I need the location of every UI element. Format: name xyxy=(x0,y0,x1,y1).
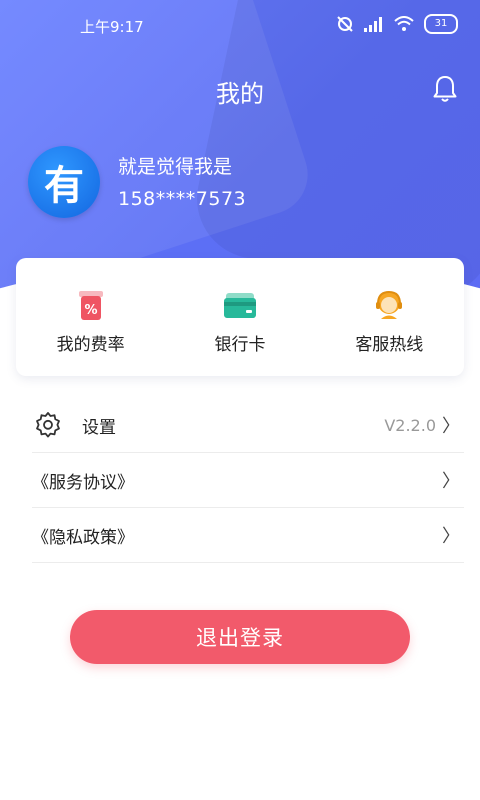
mute-alarm-icon xyxy=(337,16,353,32)
customer-service-icon xyxy=(376,290,403,319)
signal-icon xyxy=(364,17,382,32)
svg-text:%: % xyxy=(84,303,97,318)
rate-icon: % xyxy=(78,291,103,320)
settings-menu: 设置 V2.2.0 〉 《服务协议》 〉 《隐私政策》 〉 xyxy=(32,398,464,563)
my-rate-label: 我的费率 xyxy=(56,335,125,355)
bank-card-button[interactable]: 银行卡 xyxy=(165,258,314,376)
user-name: 就是觉得我是 xyxy=(118,156,233,178)
chevron-right-icon: 〉 xyxy=(442,471,460,492)
settings-label: 设置 xyxy=(82,417,116,438)
chevron-right-icon: 〉 xyxy=(442,416,460,437)
settings-row[interactable]: 设置 V2.2.0 〉 xyxy=(32,398,464,453)
privacy-policy-row[interactable]: 《隐私政策》 〉 xyxy=(32,508,464,563)
status-bar: 上午9:17 31 xyxy=(0,0,480,52)
page-title: 我的 xyxy=(216,80,264,108)
bank-card-icon xyxy=(223,293,256,318)
avatar[interactable]: 有 xyxy=(28,146,100,218)
customer-service-button[interactable]: 客服热线 xyxy=(315,258,464,376)
privacy-policy-label: 《隐私政策》 xyxy=(32,527,134,548)
service-agreement-row[interactable]: 《服务协议》 〉 xyxy=(32,453,464,508)
bell-icon[interactable] xyxy=(432,74,458,104)
version-text: V2.2.0 xyxy=(384,415,436,435)
battery-indicator: 31 xyxy=(424,14,458,34)
user-phone: 158****7573 xyxy=(118,188,247,210)
gear-icon xyxy=(36,412,60,438)
avatar-logo: 有 xyxy=(44,163,84,209)
customer-service-label: 客服热线 xyxy=(355,335,424,355)
status-time: 上午9:17 xyxy=(80,18,144,36)
bank-card-label: 银行卡 xyxy=(214,335,266,355)
service-agreement-label: 《服务协议》 xyxy=(32,472,134,493)
wifi-icon xyxy=(394,16,414,31)
logout-button[interactable]: 退出登录 xyxy=(70,610,410,664)
status-icons: 31 xyxy=(336,14,458,34)
my-rate-button[interactable]: % 我的费率 xyxy=(16,258,165,376)
chevron-right-icon: 〉 xyxy=(442,526,460,547)
quick-actions-card: % 我的费率 银行卡 客服热线 xyxy=(16,258,464,376)
